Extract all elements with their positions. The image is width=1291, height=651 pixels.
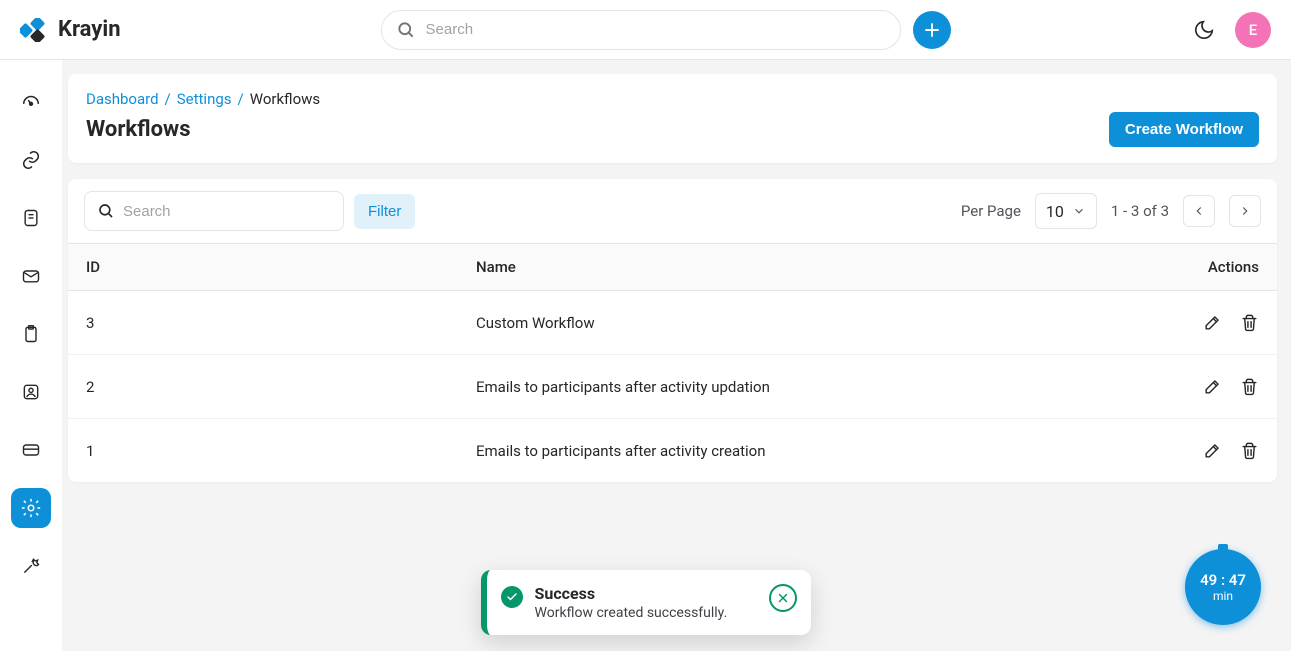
app-header: Krayin E [0, 0, 1291, 60]
breadcrumb-dashboard[interactable]: Dashboard [86, 90, 159, 108]
cell-id: 1 [86, 442, 476, 460]
sidebar-item-leads[interactable] [11, 140, 51, 180]
cell-id: 2 [86, 378, 476, 396]
timer-widget[interactable]: 49 : 47 min [1185, 549, 1261, 625]
pencil-icon [1203, 313, 1222, 332]
table-search-input[interactable] [123, 203, 331, 220]
table-search[interactable] [84, 191, 344, 231]
chevron-left-icon [1192, 204, 1206, 218]
toast-message: Workflow created successfully. [535, 605, 757, 621]
toolbar-right: Per Page 10 1 - 3 of 3 [961, 193, 1261, 229]
trash-icon [1240, 441, 1259, 460]
cell-name: Emails to participants after activity cr… [476, 442, 1139, 460]
brand-logo[interactable]: Krayin [20, 17, 121, 42]
col-header-actions: Actions [1139, 258, 1259, 276]
mail-icon [21, 266, 41, 286]
delete-button[interactable] [1240, 441, 1259, 460]
search-icon [97, 202, 115, 220]
chevron-down-icon [1072, 204, 1086, 218]
trash-icon [1240, 313, 1259, 332]
table-row: 2Emails to participants after activity u… [68, 355, 1277, 419]
link-icon [20, 149, 42, 171]
cell-name: Custom Workflow [476, 314, 1139, 332]
check-icon [501, 586, 523, 608]
per-page-select[interactable]: 10 [1035, 193, 1097, 229]
edit-button[interactable] [1203, 313, 1222, 332]
page-header-card: Dashboard / Settings / Workflows Workflo… [68, 74, 1277, 163]
search-icon [396, 20, 416, 40]
sidebar-item-contacts[interactable] [11, 372, 51, 412]
brand-mark-icon [20, 18, 50, 42]
success-toast: Success Workflow created successfully. [481, 570, 811, 635]
sidebar-item-dashboard[interactable] [11, 82, 51, 122]
user-avatar[interactable]: E [1235, 12, 1271, 48]
toast-close-button[interactable] [769, 584, 797, 612]
timer-time: 49 : 47 [1200, 571, 1246, 589]
contact-icon [21, 382, 41, 402]
breadcrumb: Dashboard / Settings / Workflows [86, 90, 1259, 108]
avatar-initial: E [1249, 21, 1257, 39]
sidebar-item-products[interactable] [11, 430, 51, 470]
sidebar-item-mail[interactable] [11, 256, 51, 296]
note-icon [21, 208, 41, 228]
col-header-name[interactable]: Name [476, 258, 1139, 276]
clipboard-icon [21, 324, 41, 344]
chevron-right-icon [1238, 204, 1252, 218]
close-icon [776, 591, 790, 605]
page-title: Workflows [86, 117, 191, 142]
delete-button[interactable] [1240, 377, 1259, 396]
timer-unit: min [1213, 589, 1233, 603]
sidebar-item-configuration[interactable] [11, 546, 51, 586]
card-icon [21, 440, 41, 460]
table-header-row: ID Name Actions [68, 243, 1277, 291]
gear-icon [20, 497, 42, 519]
per-page-label: Per Page [961, 202, 1021, 220]
global-search[interactable] [381, 10, 901, 50]
table-toolbar: Filter Per Page 10 1 - 3 of 3 [68, 179, 1277, 243]
cell-name: Emails to participants after activity up… [476, 378, 1139, 396]
sidebar-item-quotes[interactable] [11, 198, 51, 238]
delete-button[interactable] [1240, 313, 1259, 332]
table-row: 1Emails to participants after activity c… [68, 419, 1277, 482]
sidebar-item-activities[interactable] [11, 314, 51, 354]
next-page-button[interactable] [1229, 195, 1261, 227]
per-page-value: 10 [1046, 202, 1064, 221]
quick-create-button[interactable] [913, 11, 951, 49]
plus-icon [923, 21, 941, 39]
gauge-icon [20, 91, 42, 113]
sidebar-nav [0, 60, 62, 651]
cell-id: 3 [86, 314, 476, 332]
pagination-range: 1 - 3 of 3 [1111, 202, 1169, 220]
global-search-input[interactable] [426, 21, 886, 38]
trash-icon [1240, 377, 1259, 396]
header-right: E [1189, 12, 1271, 48]
edit-button[interactable] [1203, 377, 1222, 396]
breadcrumb-current: Workflows [250, 90, 320, 108]
pencil-icon [1203, 441, 1222, 460]
main-content: Dashboard / Settings / Workflows Workflo… [62, 60, 1291, 651]
create-workflow-button[interactable]: Create Workflow [1109, 112, 1259, 147]
moon-icon [1193, 19, 1215, 41]
edit-button[interactable] [1203, 441, 1222, 460]
prev-page-button[interactable] [1183, 195, 1215, 227]
theme-toggle[interactable] [1189, 15, 1219, 45]
brand-name: Krayin [58, 17, 121, 42]
breadcrumb-settings[interactable]: Settings [177, 90, 232, 108]
filter-button[interactable]: Filter [354, 194, 415, 229]
pencil-icon [1203, 377, 1222, 396]
col-header-id[interactable]: ID [86, 258, 476, 276]
table-row: 3Custom Workflow [68, 291, 1277, 355]
toast-title: Success [535, 584, 757, 603]
sidebar-item-settings[interactable] [11, 488, 51, 528]
workflows-table-card: Filter Per Page 10 1 - 3 of 3 [68, 179, 1277, 482]
wrench-icon [21, 556, 41, 576]
